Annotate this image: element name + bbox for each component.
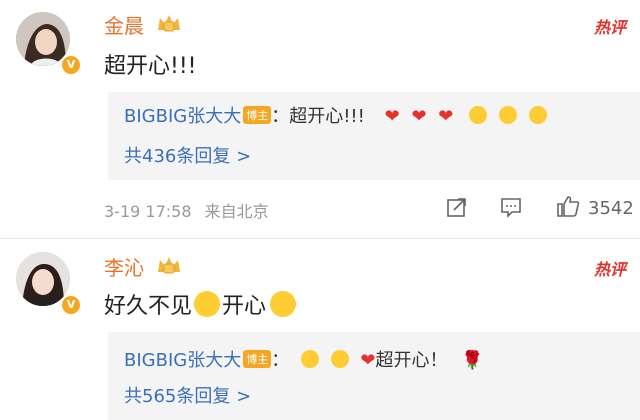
hot-comment-badge: 热评: [593, 18, 626, 37]
like-count: 3542: [588, 198, 634, 219]
like-icon[interactable]: [556, 195, 580, 217]
hot-comment-badge: 热评: [593, 260, 626, 279]
reply-line: BIGBIG张大大 博主 ：超开心!!! ❤ ❤ ❤: [124, 102, 547, 128]
reply-count-link[interactable]: 共565条回复 >: [124, 382, 251, 408]
blogger-tag: 博主: [243, 106, 272, 124]
reply-separator: ：: [271, 350, 290, 371]
comment-meta: 3-19 17:58 来自北京: [104, 198, 269, 222]
hug-emoji-icon: [498, 106, 517, 124]
reply-box: BIGBIG张大大 博主 ：超开心!!! ❤ ❤ ❤ 共436条回复 >: [108, 92, 640, 180]
crown-badge-icon: [158, 15, 180, 32]
comment-item: V 李沁 热评 好久不见 开心 BIGBIG张大大 博主： ❤超开心！ 🌹 共565…: [0, 240, 640, 420]
verified-icon: V: [60, 54, 82, 76]
hug-emoji-icon: [300, 350, 319, 368]
heart-icon: ❤: [438, 106, 454, 127]
divider: [0, 238, 640, 239]
comment-item: V 金晨 热评 超开心!!! BIGBIG张大大 博主 ：超开心!!! ❤ ❤ ❤ …: [0, 0, 640, 240]
blogger-tag: 博主: [243, 350, 272, 368]
comment-text: 好久不见 开心: [104, 288, 297, 320]
reply-separator: ：: [271, 106, 290, 127]
reply-author[interactable]: BIGBIG张大大: [124, 106, 241, 127]
rose-icon: 🌹: [461, 350, 484, 371]
location: 来自北京: [204, 202, 269, 221]
reply-text: 超开心！: [375, 350, 448, 371]
comment-text-part: 开心: [222, 294, 267, 319]
hug-emoji-icon: [469, 106, 488, 124]
heart-icon: ❤: [411, 106, 427, 127]
timestamp: 3-19 17:58: [104, 202, 192, 221]
comment-icon[interactable]: [500, 196, 522, 218]
hug-emoji-icon: [528, 106, 547, 124]
comment-author[interactable]: 金晨: [104, 10, 144, 39]
comment-text-part: 好久不见: [104, 294, 193, 319]
reply-count-link[interactable]: 共436条回复 >: [124, 142, 251, 168]
reply-author[interactable]: BIGBIG张大大: [124, 350, 241, 371]
share-icon[interactable]: [446, 196, 468, 218]
reply-line: BIGBIG张大大 博主： ❤超开心！ 🌹: [124, 346, 484, 372]
comment-author[interactable]: 李沁: [104, 252, 144, 281]
heart-icon: ❤: [384, 106, 400, 127]
heart-icon: ❤: [360, 350, 376, 371]
verified-icon: V: [60, 294, 82, 316]
reply-box: BIGBIG张大大 博主： ❤超开心！ 🌹 共565条回复 >: [108, 332, 640, 420]
crying-laughing-emoji-icon: [194, 291, 221, 317]
reply-text: 超开心!!!: [289, 106, 365, 127]
surprised-emoji-icon: [270, 291, 297, 317]
comment-text: 超开心!!!: [104, 54, 197, 79]
crown-badge-icon: [158, 257, 180, 274]
hug-emoji-icon: [330, 350, 349, 368]
